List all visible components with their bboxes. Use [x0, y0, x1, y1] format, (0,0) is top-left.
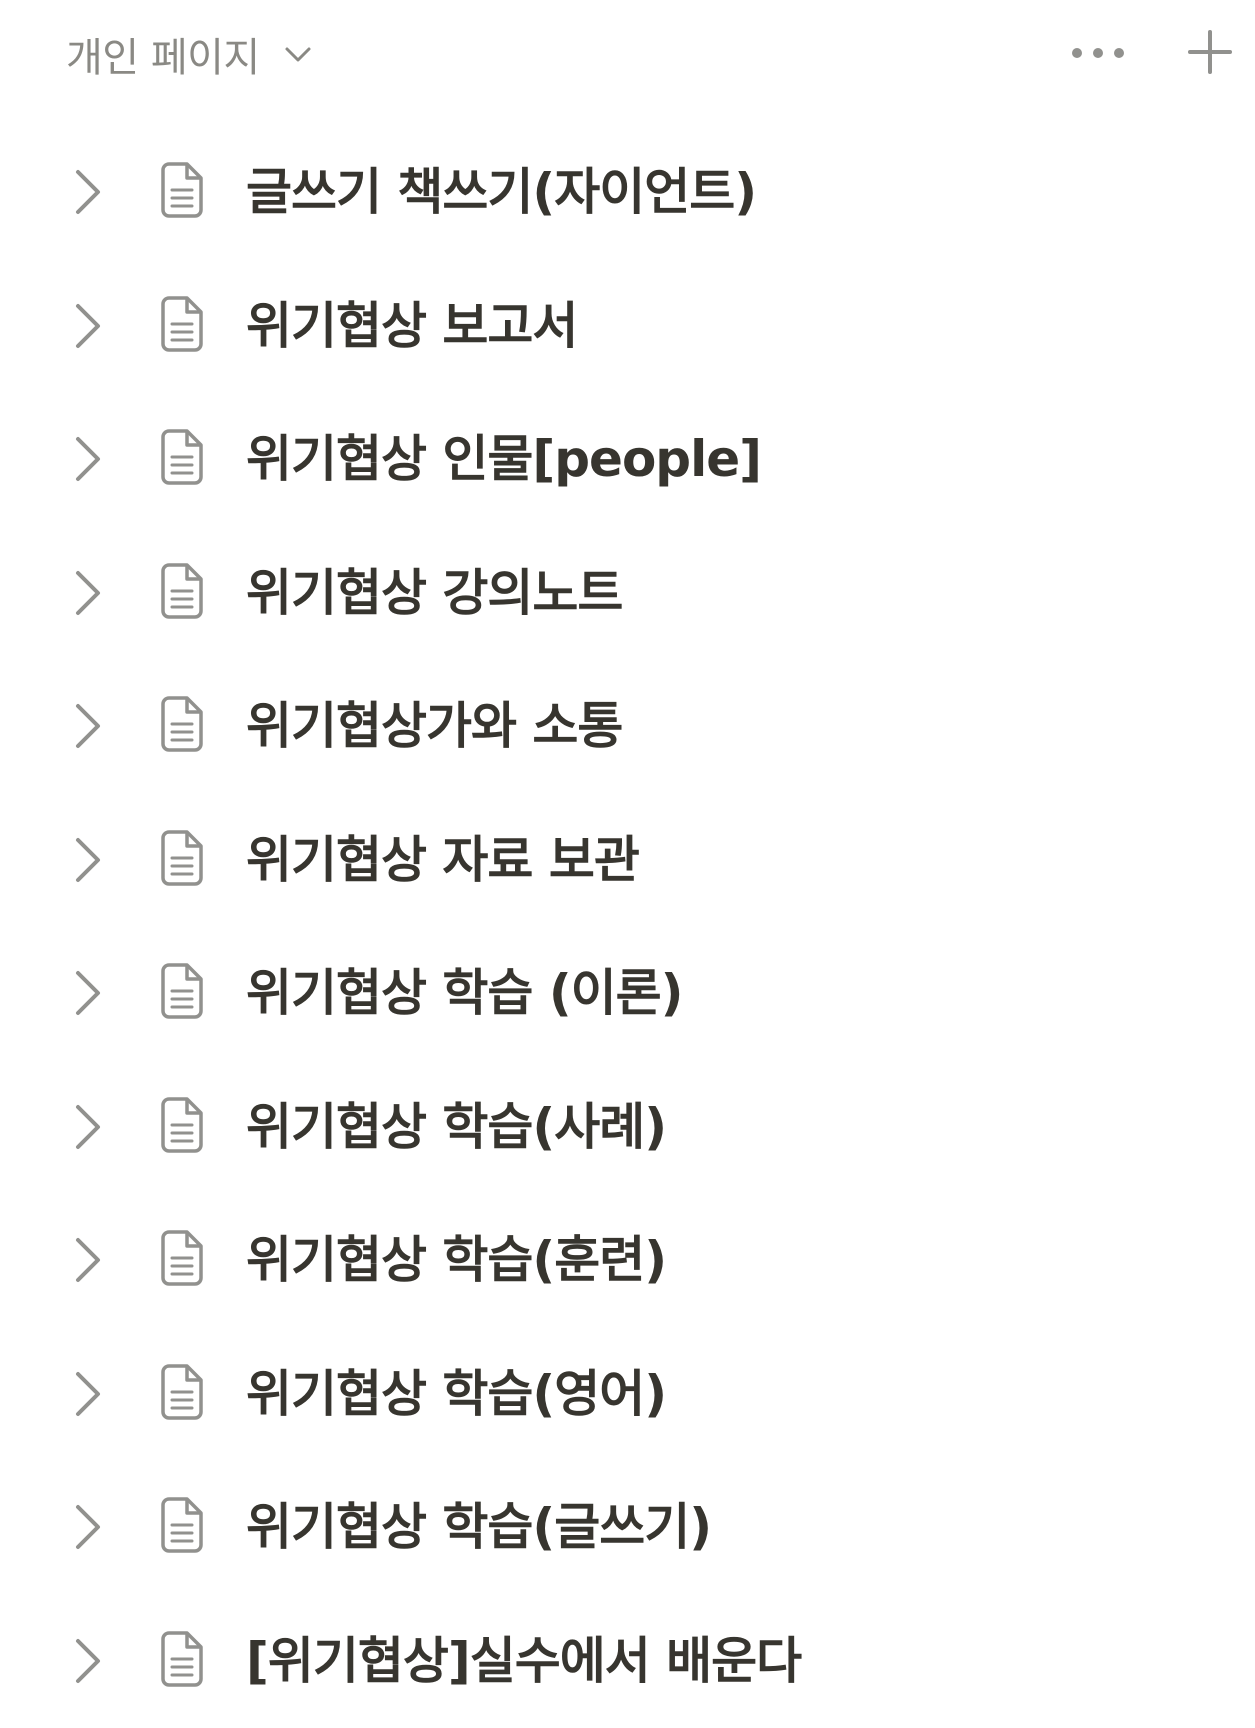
chevron-right-icon[interactable]	[62, 828, 112, 892]
page-item[interactable]: 위기협상 보고서	[0, 260, 1255, 394]
page-item[interactable]: 위기협상 학습(훈련)	[0, 1194, 1255, 1328]
chevron-right-icon[interactable]	[62, 1095, 112, 1159]
page-item[interactable]: 위기협상가와 소통	[0, 660, 1255, 794]
chevron-right-icon[interactable]	[62, 1228, 112, 1292]
section-toggle[interactable]: 개인 페이지	[66, 28, 314, 80]
page-document-icon	[158, 1627, 208, 1691]
chevron-down-icon	[282, 38, 314, 70]
page-document-icon	[158, 425, 208, 489]
chevron-right-icon[interactable]	[62, 160, 112, 224]
page-title[interactable]: 위기협상 인물[people]	[246, 423, 761, 495]
chevron-right-icon[interactable]	[62, 294, 112, 358]
add-page-button[interactable]	[1180, 24, 1240, 84]
page-list: 글쓰기 책쓰기(자이언트) 위기협상 보고서 위기협상 인물[people] 위…	[0, 126, 1255, 1728]
page-item[interactable]: 위기협상 강의노트	[0, 527, 1255, 661]
sidebar-section-header: 개인 페이지	[0, 0, 1255, 110]
page-item[interactable]: 위기협상 인물[people]	[0, 393, 1255, 527]
page-document-icon	[158, 158, 208, 222]
page-item[interactable]: [위기협상]실수에서 배운다	[0, 1595, 1255, 1728]
chevron-right-icon[interactable]	[62, 1495, 112, 1559]
page-title[interactable]: 위기협상가와 소통	[246, 690, 622, 762]
page-document-icon	[158, 559, 208, 623]
page-title[interactable]: 위기협상 강의노트	[246, 557, 622, 629]
page-document-icon	[158, 1493, 208, 1557]
page-item[interactable]: 위기협상 학습(사례)	[0, 1061, 1255, 1195]
page-item[interactable]: 위기협상 학습(글쓰기)	[0, 1461, 1255, 1595]
page-title[interactable]: 글쓰기 책쓰기(자이언트)	[246, 156, 756, 228]
page-item[interactable]: 위기협상 학습(영어)	[0, 1328, 1255, 1462]
page-item[interactable]: 위기협상 자료 보관	[0, 794, 1255, 928]
page-title[interactable]: [위기협상]실수에서 배운다	[246, 1625, 801, 1697]
page-title[interactable]: 위기협상 학습(영어)	[246, 1358, 666, 1430]
page-document-icon	[158, 1093, 208, 1157]
chevron-right-icon[interactable]	[62, 694, 112, 758]
page-document-icon	[158, 1360, 208, 1424]
page-document-icon	[158, 1226, 208, 1290]
page-title[interactable]: 위기협상 학습(글쓰기)	[246, 1491, 711, 1563]
ellipsis-icon	[1068, 45, 1128, 65]
page-title[interactable]: 위기협상 자료 보관	[246, 824, 639, 896]
chevron-right-icon[interactable]	[62, 1629, 112, 1693]
page-title[interactable]: 위기협상 학습(사례)	[246, 1091, 666, 1163]
plus-icon	[1187, 29, 1233, 79]
page-document-icon	[158, 959, 208, 1023]
more-options-button[interactable]	[1062, 30, 1134, 80]
page-document-icon	[158, 826, 208, 890]
page-item[interactable]: 글쓰기 책쓰기(자이언트)	[0, 126, 1255, 260]
chevron-right-icon[interactable]	[62, 561, 112, 625]
page-document-icon	[158, 292, 208, 356]
chevron-right-icon[interactable]	[62, 1362, 112, 1426]
chevron-right-icon[interactable]	[62, 427, 112, 491]
page-item[interactable]: 위기협상 학습 (이론)	[0, 927, 1255, 1061]
section-title: 개인 페이지	[66, 25, 260, 83]
chevron-right-icon[interactable]	[62, 961, 112, 1025]
page-document-icon	[158, 692, 208, 756]
page-title[interactable]: 위기협상 학습(훈련)	[246, 1224, 666, 1296]
page-title[interactable]: 위기협상 학습 (이론)	[246, 957, 683, 1029]
page-title[interactable]: 위기협상 보고서	[246, 290, 577, 362]
